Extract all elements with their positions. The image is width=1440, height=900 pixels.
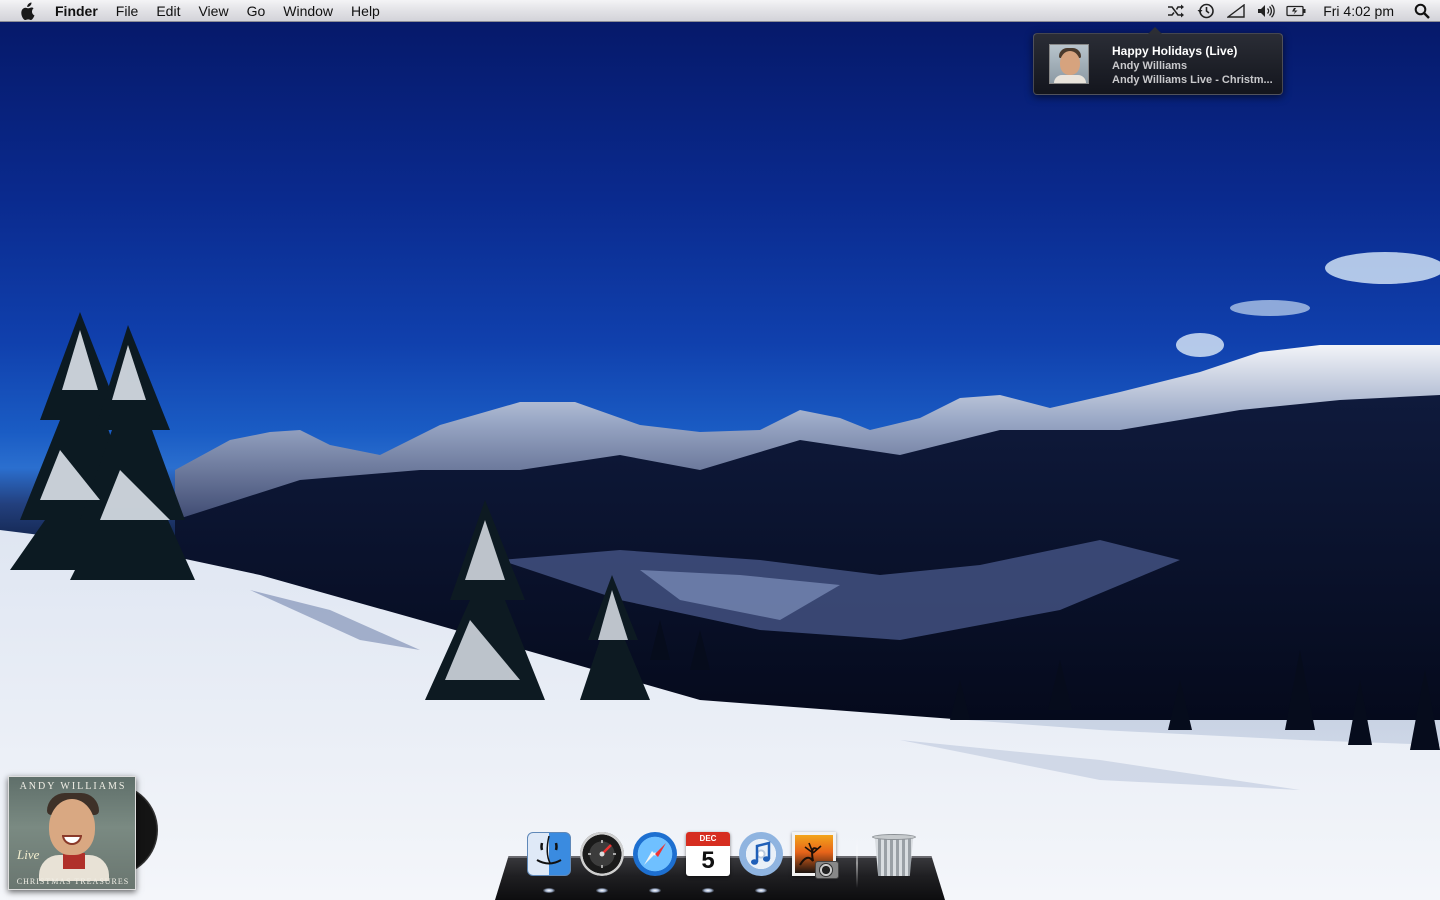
wifi-signal-icon[interactable] — [1221, 0, 1251, 22]
album-cover-bottom-text: CHRISTMAS TREASURES — [16, 877, 130, 886]
trash-rim — [872, 834, 916, 840]
dock-item-ical[interactable]: DEC 5 — [684, 832, 732, 893]
ical-month: DEC — [686, 832, 730, 846]
menu-file[interactable]: File — [107, 0, 148, 22]
album-cover-subtitle: Live — [17, 847, 40, 862]
desktop-wallpaper — [0, 0, 1440, 900]
apple-menu-icon[interactable] — [15, 0, 41, 22]
dock-item-finder[interactable] — [525, 832, 573, 893]
menubar-clock[interactable]: Fri 4:02 pm — [1311, 3, 1408, 19]
dock-item-iphoto[interactable] — [790, 832, 839, 884]
mountain-landscape — [0, 252, 1440, 900]
album-art-thumbnail — [1049, 44, 1089, 84]
menu-bar: Finder File Edit View Go Window Help Fri… — [0, 0, 1440, 22]
dock-item-trash[interactable] — [870, 832, 918, 884]
shuffle-icon[interactable] — [1161, 0, 1191, 22]
menu-window[interactable]: Window — [274, 0, 342, 22]
running-indicator — [596, 888, 608, 893]
battery-icon[interactable] — [1281, 0, 1311, 22]
app-menu-finder[interactable]: Finder — [55, 0, 107, 22]
itunes-icon — [739, 832, 783, 876]
ical-day: 5 — [701, 847, 715, 874]
album-cover-title: ANDY WILLIAMS — [19, 781, 127, 792]
now-playing-notification[interactable]: Happy Holidays (Live) Andy Williams Andy… — [1033, 27, 1283, 95]
iphoto-icon — [792, 832, 839, 879]
safari-icon — [633, 832, 677, 876]
menu-help[interactable]: Help — [342, 0, 389, 22]
running-indicator — [543, 888, 555, 893]
album-cover-widget[interactable]: ANDY WILLIAMS Live CHRISTMAS TREASURES — [8, 776, 158, 890]
dashboard-icon — [580, 832, 624, 876]
dock-item-dashboard[interactable] — [578, 832, 626, 893]
running-indicator — [649, 888, 661, 893]
volume-icon[interactable] — [1251, 0, 1281, 22]
menu-view[interactable]: View — [189, 0, 237, 22]
dock-separator — [856, 838, 858, 888]
running-indicator — [702, 888, 714, 893]
menu-go[interactable]: Go — [238, 0, 275, 22]
track-artist: Andy Williams — [1112, 60, 1188, 72]
menu-extras: Fri 4:02 pm — [1161, 0, 1440, 22]
dock-item-itunes[interactable] — [737, 832, 785, 893]
track-album: Andy Williams Live - Christm... — [1112, 74, 1273, 86]
finder-icon — [527, 832, 571, 876]
album-cover: ANDY WILLIAMS Live CHRISTMAS TREASURES — [8, 776, 136, 890]
dock-item-safari[interactable] — [631, 832, 679, 893]
spotlight-search-icon[interactable] — [1408, 0, 1436, 22]
running-indicator — [755, 888, 767, 893]
time-machine-icon[interactable] — [1191, 0, 1221, 22]
track-title: Happy Holidays (Live) — [1112, 44, 1238, 58]
ical-icon: DEC 5 — [686, 832, 730, 876]
menu-edit[interactable]: Edit — [147, 0, 189, 22]
